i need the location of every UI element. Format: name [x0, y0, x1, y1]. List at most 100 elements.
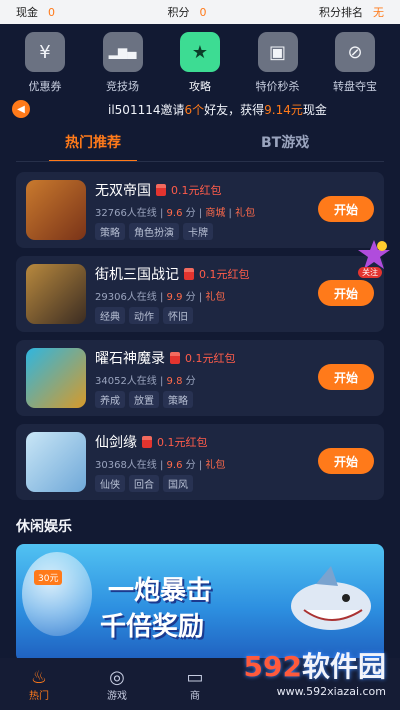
watermark-url: www.592xiazai.com — [276, 685, 386, 698]
tab-bt[interactable]: BT游戏 — [261, 132, 309, 152]
game-bonus: 0.1元红包 — [185, 352, 236, 365]
game-score-unit: 分 — [185, 292, 196, 303]
game-card[interactable]: 街机三国战记 0.1元红包 29306人在线 | 9.9 分 | 礼包 经典 动作… — [16, 256, 384, 332]
game-card[interactable]: 无双帝国 0.1元红包 32766人在线 | 9.6 分 | 商城 | 礼包 策… — [16, 172, 384, 248]
nav-label: 热门 — [29, 690, 49, 702]
game-tags: 仙侠 回合 国风 — [95, 475, 384, 492]
game-score: 9.6 — [166, 208, 183, 219]
follow-label: 关注 — [358, 267, 382, 278]
quick-label: 优惠券 — [28, 80, 62, 93]
wheel-icon: ⊘ — [335, 32, 375, 72]
quick-label: 转盘夺宝 — [333, 80, 377, 93]
game-tag: 怀旧 — [163, 307, 193, 324]
quick-label: 攻略 — [189, 80, 211, 93]
game-tag: 回合 — [129, 475, 159, 492]
cash-stat: 现金 0 — [16, 4, 55, 20]
tab-divider — [16, 161, 384, 162]
game-card[interactable]: 仙剑缘 0.1元红包 30368人在线 | 9.6 分 | 礼包 仙侠 回合 国风 … — [16, 424, 384, 500]
game-tag: 卡牌 — [183, 223, 213, 240]
nav-label: 游戏 — [107, 690, 127, 702]
notice-middle: 好友，获得 — [204, 102, 265, 117]
banner-line2: 千倍奖励 — [100, 612, 205, 642]
quick-label: 竞技场 — [106, 80, 139, 93]
game-tag: 经典 — [95, 307, 125, 324]
game-bonus: 0.1元红包 — [171, 184, 222, 197]
game-mall: 商城 — [205, 208, 226, 219]
tab-hot[interactable]: 热门推荐 — [49, 132, 137, 162]
rank-label: 积分排名 — [319, 6, 363, 19]
quick-coupon[interactable]: ¥ 优惠券 — [14, 32, 76, 96]
podium-icon: ▂▆▄ — [102, 32, 143, 72]
nav-hot[interactable]: ♨ 热门 — [0, 667, 78, 702]
bubble-graphic — [22, 552, 92, 636]
points-label: 积分 — [167, 6, 190, 19]
rank-stat[interactable]: 积分排名 无 — [319, 4, 384, 20]
nav-games[interactable]: ◎ 游戏 — [78, 667, 156, 702]
game-tag: 动作 — [129, 307, 159, 324]
shop-icon: ▭ — [186, 666, 204, 688]
game-tag: 仙侠 — [95, 475, 125, 492]
game-tag: 放置 — [129, 391, 159, 408]
game-icon[interactable] — [26, 432, 86, 492]
notice-reward: 9.14元 — [264, 102, 303, 117]
watermark-logo: 592软件园 — [244, 645, 386, 685]
start-button[interactable]: 开始 — [318, 196, 374, 222]
game-online: 29306人在线 — [95, 292, 157, 303]
quick-wheel[interactable]: ⊘ 转盘夺宝 — [324, 32, 386, 96]
game-icon[interactable] — [26, 348, 86, 408]
points-stat: 积分 0 — [168, 4, 207, 20]
start-button[interactable]: 开始 — [318, 364, 374, 390]
game-gift: 礼包 — [205, 460, 226, 471]
game-online: 30368人在线 — [95, 460, 157, 471]
invite-notice: ◀ il501114邀请6个好友，获得9.14元现金 — [0, 96, 400, 122]
quick-flash-sale[interactable]: ▣ 特价秒杀 — [247, 32, 309, 96]
game-online: 32766人在线 — [95, 208, 157, 219]
watermark-brand: 软件园 — [301, 650, 386, 683]
quick-menu: ¥ 优惠券 ▂▆▄ 竞技场 ★ 攻略 ▣ 特价秒杀 ⊘ 转盘夺宝 — [0, 24, 400, 96]
game-name: 街机三国战记 — [95, 267, 179, 283]
game-score-unit: 分 — [185, 460, 196, 471]
game-score-unit: 分 — [185, 376, 196, 387]
speaker-icon: ◀ — [12, 100, 30, 118]
points-value: 0 — [199, 5, 207, 19]
game-score-unit: 分 — [185, 208, 196, 219]
game-icon[interactable] — [26, 180, 86, 240]
nav-shop[interactable]: ▭ 商 — [156, 667, 234, 702]
game-tags: 经典 动作 怀旧 — [95, 307, 384, 324]
game-bonus: 0.1元红包 — [157, 436, 208, 449]
notice-count: 6个 — [184, 102, 205, 117]
gamepad-icon: ◎ — [109, 666, 125, 688]
quick-guide[interactable]: ★ 攻略 — [169, 32, 231, 96]
start-button[interactable]: 开始 — [318, 280, 374, 306]
follow-badge[interactable]: 关注 — [354, 238, 394, 278]
game-tags: 养成 放置 策略 — [95, 391, 384, 408]
game-online: 34052人在线 — [95, 376, 157, 387]
game-score: 9.9 — [166, 292, 183, 303]
game-icon[interactable] — [26, 264, 86, 324]
game-list: 无双帝国 0.1元红包 32766人在线 | 9.6 分 | 商城 | 礼包 策… — [0, 162, 400, 500]
game-card[interactable]: 曜石神魔录 0.1元红包 34052人在线 | 9.8 分 养成 放置 策略 开始 — [16, 340, 384, 416]
game-name: 仙剑缘 — [95, 435, 137, 451]
game-tag: 策略 — [163, 391, 193, 408]
notice-text: il501114邀请6个好友，获得9.14元现金 — [108, 101, 327, 118]
banner-amount: 30元 — [34, 570, 63, 585]
game-tag: 角色扮演 — [129, 223, 179, 240]
cash-label: 现金 — [16, 6, 38, 19]
watermark: 592软件园 www.592xiazai.com — [244, 645, 386, 698]
points-bar: 现金 0 积分 0 积分排名 无 — [0, 0, 400, 24]
game-score: 9.8 — [166, 376, 183, 387]
cash-value: 0 — [48, 5, 55, 19]
red-packet-icon — [156, 184, 166, 196]
game-tag: 国风 — [163, 475, 193, 492]
gift-icon: ▣ — [257, 32, 298, 72]
nav-label: 商 — [190, 690, 200, 702]
game-name: 曜石神魔录 — [95, 351, 165, 367]
red-packet-icon — [184, 268, 194, 280]
rank-value: 无 — [373, 6, 384, 19]
guide-icon: ★ — [180, 32, 220, 72]
game-tag: 策略 — [95, 223, 125, 240]
game-tag: 养成 — [95, 391, 125, 408]
game-gift: 礼包 — [205, 292, 226, 303]
start-button[interactable]: 开始 — [318, 448, 374, 474]
quick-arena[interactable]: ▂▆▄ 竞技场 — [92, 32, 154, 96]
